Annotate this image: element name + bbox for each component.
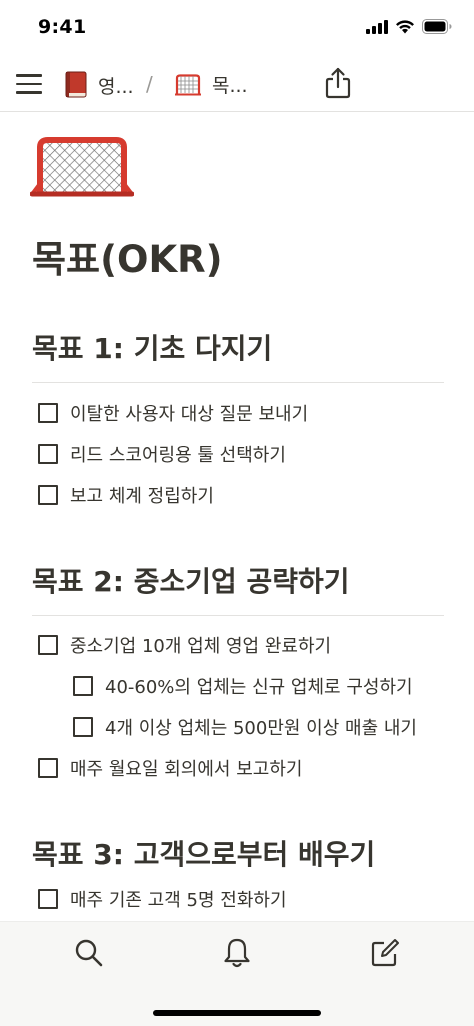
nav-bar: 영... / 목...	[0, 58, 474, 112]
status-time: 9:41	[38, 16, 87, 38]
breadcrumb-item-2[interactable]: 목...	[174, 71, 248, 98]
breadcrumb-label: 영...	[98, 75, 134, 98]
todo-item: 보고 체계 정립하기	[38, 482, 214, 508]
bell-icon[interactable]	[220, 936, 254, 970]
todo-text[interactable]: 40-60%의 업체는 신규 업체로 구성하기	[105, 673, 413, 699]
breadcrumb-separator: /	[146, 72, 153, 96]
goal-net-icon	[30, 137, 134, 197]
todo-text[interactable]: 매주 기존 고객 5명 전화하기	[70, 886, 287, 912]
red-book-icon	[65, 71, 87, 98]
todo-text[interactable]: 리드 스코어링용 툴 선택하기	[70, 441, 286, 467]
todo-item: 매주 월요일 회의에서 보고하기	[38, 755, 302, 781]
todo-text[interactable]: 보고 체계 정립하기	[70, 482, 214, 508]
wifi-icon	[396, 20, 414, 34]
checkbox[interactable]	[38, 444, 58, 464]
checkbox[interactable]	[38, 635, 58, 655]
battery-icon	[422, 19, 452, 34]
status-icons	[366, 19, 452, 34]
section-heading-3: 목표 3: 고객으로부터 배우기	[32, 838, 376, 871]
section-heading-2: 목표 2: 중소기업 공략하기	[32, 565, 350, 598]
share-icon[interactable]	[323, 66, 353, 100]
todo-item: 중소기업 10개 업체 영업 완료하기	[38, 632, 331, 658]
breadcrumb-label: 목...	[212, 75, 248, 97]
divider	[32, 615, 444, 616]
todo-text[interactable]: 4개 이상 업체는 500만원 이상 매출 내기	[105, 714, 417, 740]
page-title: 목표(OKR)	[32, 238, 223, 281]
goal-net-icon	[175, 73, 201, 95]
todo-item-nested: 40-60%의 업체는 신규 업체로 구성하기	[73, 673, 413, 699]
checkbox[interactable]	[38, 485, 58, 505]
checkbox[interactable]	[73, 717, 93, 737]
checkbox[interactable]	[38, 403, 58, 423]
todo-text[interactable]: 이탈한 사용자 대상 질문 보내기	[70, 400, 308, 426]
checkbox[interactable]	[38, 758, 58, 778]
todo-text[interactable]: 중소기업 10개 업체 영업 완료하기	[70, 632, 331, 658]
section-heading-1: 목표 1: 기초 다지기	[32, 332, 273, 365]
checkbox[interactable]	[38, 889, 58, 909]
compose-icon[interactable]	[368, 936, 402, 970]
status-bar: 9:41	[0, 0, 474, 58]
menu-icon[interactable]	[14, 69, 44, 99]
todo-text[interactable]: 매주 월요일 회의에서 보고하기	[70, 755, 302, 781]
todo-item: 매주 기존 고객 5명 전화하기	[38, 886, 287, 912]
todo-item-nested: 4개 이상 업체는 500만원 이상 매출 내기	[73, 714, 417, 740]
home-indicator[interactable]	[153, 1010, 321, 1016]
todo-item: 리드 스코어링용 툴 선택하기	[38, 441, 286, 467]
divider	[32, 382, 444, 383]
checkbox[interactable]	[73, 676, 93, 696]
todo-item: 이탈한 사용자 대상 질문 보내기	[38, 400, 308, 426]
breadcrumb-item-1[interactable]: 영...	[64, 71, 134, 99]
search-icon[interactable]	[72, 936, 106, 970]
cellular-signal-icon	[366, 19, 388, 34]
